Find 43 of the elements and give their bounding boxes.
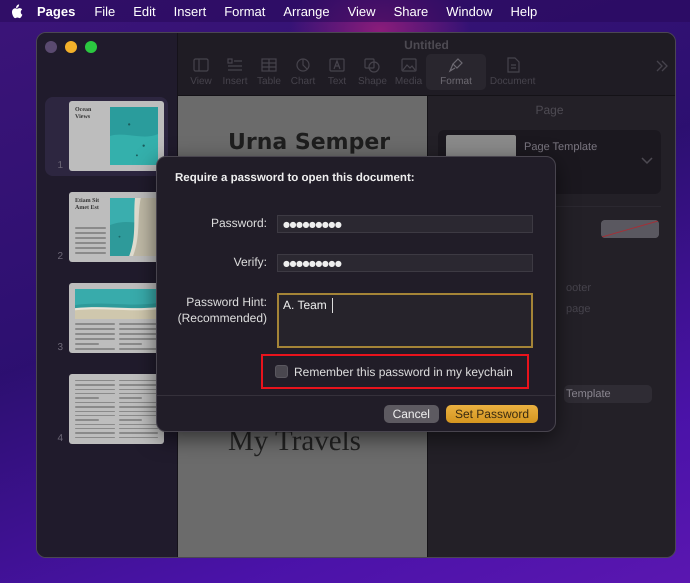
text-box-icon (328, 57, 346, 73)
dialog-title: Require a password to open this document: (174, 171, 416, 186)
page-number: 1 (56, 160, 63, 171)
list-icon (226, 57, 244, 73)
cancel-button[interactable]: Cancel (384, 405, 439, 423)
no-fill-swatch[interactable] (601, 220, 659, 238)
menu-item[interactable]: Insert (164, 4, 216, 18)
template-button[interactable]: Template (564, 385, 652, 403)
hint-field[interactable]: A. Team (277, 293, 533, 348)
password-field[interactable]: ●●●●●●●●● (277, 254, 533, 272)
checkbox[interactable] (275, 365, 288, 378)
document-heading: Urna Semper (228, 130, 392, 155)
page-number: 3 (56, 342, 63, 353)
minimize-button[interactable] (65, 41, 77, 53)
menu-item[interactable]: Share (384, 4, 438, 18)
paintbrush-icon (447, 57, 465, 73)
menu-item[interactable]: Pages (24, 4, 86, 18)
menu-item[interactable]: Arrange (274, 4, 339, 18)
table-icon (260, 57, 278, 73)
field-label: Verify: (232, 255, 267, 271)
apple-logo-icon (10, 4, 24, 18)
menu-item[interactable]: File (85, 4, 124, 18)
zoom-button[interactable] (85, 41, 97, 53)
sidebar-icon (192, 57, 210, 73)
menu-item[interactable]: Edit (124, 4, 165, 18)
pie-chart-icon (294, 57, 312, 73)
close-button[interactable] (45, 41, 57, 53)
template-label: Page Template (524, 141, 598, 153)
checkbox-label: Remember this password in my keychain (294, 364, 513, 378)
image-icon (400, 57, 418, 73)
set-password-button[interactable]: Set Password (446, 405, 538, 423)
password-field[interactable]: ●●●●●●●●● (277, 215, 533, 233)
menu-item[interactable]: View (338, 4, 385, 18)
menu-item[interactable]: Window (437, 4, 502, 18)
menu-item[interactable]: Help (502, 4, 546, 18)
chevron-down-icon (641, 157, 653, 165)
field-label: Password Hint: (Recommended) (176, 294, 267, 326)
menu-item[interactable]: Format (215, 4, 274, 18)
page-number: 2 (56, 251, 63, 262)
field-label: Password: (210, 216, 267, 232)
double-chevron-icon (655, 60, 669, 72)
shapes-icon (363, 57, 382, 73)
page-number: 4 (56, 433, 63, 444)
